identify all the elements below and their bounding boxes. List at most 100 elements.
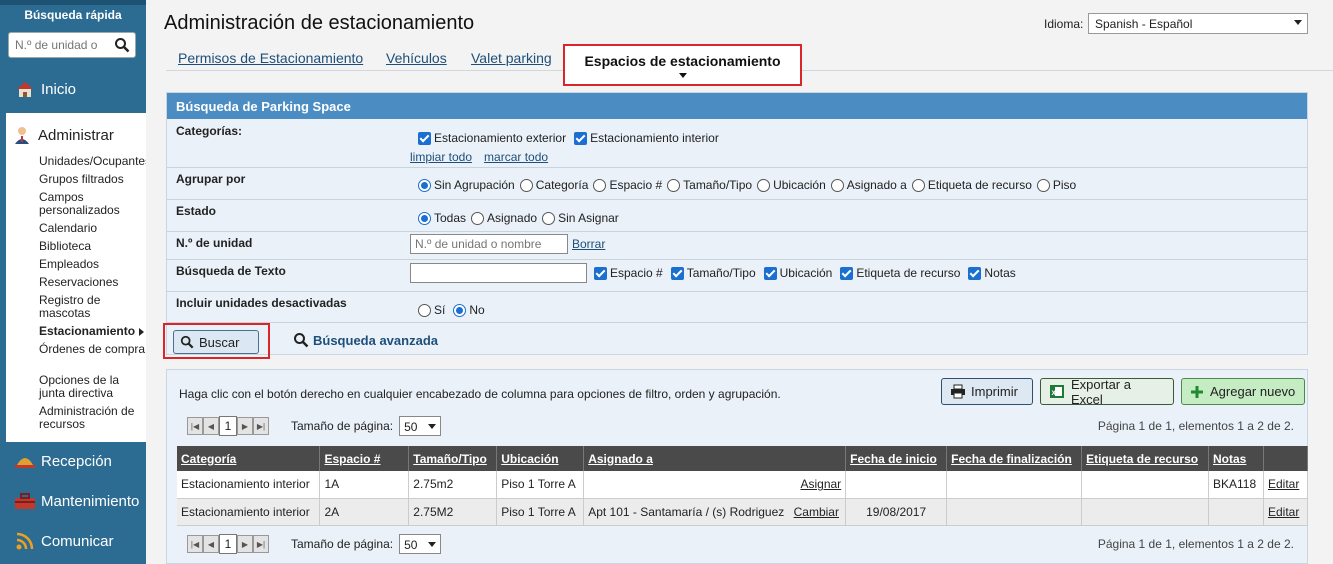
checkbox-espacio[interactable] bbox=[594, 266, 607, 280]
page-size-select[interactable]: 50 bbox=[399, 534, 442, 554]
categorias-label: Categorías: bbox=[176, 124, 243, 138]
search-icon[interactable] bbox=[114, 37, 130, 56]
radio-sin-asignar[interactable] bbox=[542, 211, 556, 225]
checkbox-etiqueta[interactable] bbox=[840, 266, 854, 280]
col-asignado[interactable]: Asignado a bbox=[583, 446, 847, 471]
export-excel-button[interactable]: x Exportar a Excel bbox=[1040, 377, 1174, 407]
first-page-icon[interactable]: |◀ bbox=[187, 535, 203, 553]
current-page[interactable]: 1 bbox=[219, 534, 237, 554]
checkbox-notas[interactable] bbox=[968, 266, 982, 280]
tf-etiqueta: Etiqueta de recurso bbox=[856, 266, 961, 280]
edit-link[interactable]: Editar bbox=[1268, 477, 1299, 491]
prev-page-icon[interactable]: ◀ bbox=[203, 535, 219, 553]
checkbox-ubicacion[interactable] bbox=[763, 266, 777, 280]
radio-todas[interactable] bbox=[418, 211, 431, 225]
mark-all-link[interactable]: marcar todo bbox=[484, 150, 548, 164]
row-unidad: N.º de unidad Borrar bbox=[167, 231, 1307, 259]
col-inicio[interactable]: Fecha de inicio bbox=[845, 446, 948, 471]
tab-espacios[interactable]: Espacios de estacionamiento bbox=[563, 44, 802, 86]
print-button[interactable]: Imprimir bbox=[941, 378, 1033, 405]
radio-ubicacion[interactable] bbox=[757, 178, 771, 192]
prev-page-icon[interactable]: ◀ bbox=[203, 417, 219, 435]
search-icon bbox=[180, 335, 194, 349]
radio-asignado-estado[interactable] bbox=[471, 211, 485, 225]
col-espacio[interactable]: Espacio # bbox=[319, 446, 410, 471]
admin-item-unidades[interactable]: Unidades/Ocupantes bbox=[39, 155, 151, 168]
admin-item-estacionamiento[interactable]: Estacionamiento bbox=[39, 325, 147, 338]
results-panel: Haga clic con el botón derecho en cualqu… bbox=[166, 369, 1309, 564]
quick-search-input[interactable] bbox=[15, 38, 111, 52]
row-categorias: Categorías: Estacionamiento exterior Est… bbox=[167, 119, 1307, 167]
col-categoria[interactable]: Categoría bbox=[177, 446, 321, 471]
row-desactivadas: Incluir unidades desactivadas Sí No bbox=[167, 291, 1307, 323]
page-size-select[interactable]: 50 bbox=[399, 416, 442, 436]
admin-item-campos[interactable]: Campos personalizados bbox=[39, 191, 147, 217]
radio-tamano[interactable] bbox=[667, 178, 681, 192]
opt-no: No bbox=[469, 303, 485, 317]
edit-link[interactable]: Editar bbox=[1268, 505, 1299, 519]
col-notas[interactable]: Notas bbox=[1208, 446, 1264, 471]
tab-valet[interactable]: Valet parking bbox=[471, 50, 552, 66]
language-select[interactable]: Spanish - Español bbox=[1088, 13, 1308, 34]
col-fin[interactable]: Fecha de finalización bbox=[946, 446, 1083, 471]
col-tamano[interactable]: Tamaño/Tipo bbox=[408, 446, 498, 471]
print-label: Imprimir bbox=[971, 384, 1018, 399]
first-page-icon[interactable]: |◀ bbox=[187, 417, 203, 435]
change-link[interactable]: Cambiar bbox=[794, 505, 839, 519]
admin-item-ordenes[interactable]: Órdenes de compra bbox=[39, 343, 147, 356]
admin-item-biblioteca[interactable]: Biblioteca bbox=[39, 240, 147, 253]
chevron-down-icon bbox=[428, 424, 437, 429]
checkbox-interior[interactable] bbox=[574, 131, 588, 145]
language-value: Spanish - Español bbox=[1095, 17, 1193, 31]
nav-comunicar[interactable]: Comunicar bbox=[0, 529, 146, 553]
clear-all-link[interactable]: limpiar todo bbox=[410, 150, 472, 164]
nav-administrar[interactable]: Administrar bbox=[13, 125, 114, 145]
next-page-icon[interactable]: ▶ bbox=[237, 417, 253, 435]
tab-permisos[interactable]: Permisos de Estacionamiento bbox=[178, 50, 363, 66]
admin-item-junta[interactable]: Opciones de la junta directiva bbox=[39, 374, 147, 400]
admin-item-reservaciones[interactable]: Reservaciones bbox=[39, 276, 147, 289]
tab-vehiculos[interactable]: Vehículos bbox=[386, 50, 447, 66]
checkbox-tamano[interactable] bbox=[670, 266, 684, 280]
radio-si[interactable] bbox=[418, 303, 431, 317]
unidad-label: N.º de unidad bbox=[176, 236, 253, 250]
admin-item-grupos[interactable]: Grupos filtrados bbox=[39, 173, 147, 186]
nav-mantenimiento-label: Mantenimiento bbox=[41, 492, 140, 510]
admin-item-recursos[interactable]: Administración de recursos bbox=[39, 405, 147, 431]
advanced-search-link[interactable]: Búsqueda avanzada bbox=[293, 332, 438, 348]
nav-recepcion[interactable]: Recepción bbox=[0, 449, 146, 473]
radio-sin-agrupacion[interactable] bbox=[418, 178, 431, 192]
checkbox-exterior[interactable] bbox=[418, 131, 431, 145]
cell-tamano: 2.75M2 bbox=[408, 498, 498, 526]
radio-etiqueta[interactable] bbox=[911, 178, 925, 192]
current-page[interactable]: 1 bbox=[219, 416, 237, 436]
search-button[interactable]: Buscar bbox=[173, 330, 259, 354]
admin-item-calendario[interactable]: Calendario bbox=[39, 222, 147, 235]
unit-input[interactable] bbox=[410, 234, 568, 254]
admin-item-empleados[interactable]: Empleados bbox=[39, 258, 147, 271]
unit-clear-link[interactable]: Borrar bbox=[572, 237, 605, 251]
col-etiqueta[interactable]: Etiqueta de recurso bbox=[1081, 446, 1210, 471]
advanced-search-label: Búsqueda avanzada bbox=[313, 332, 438, 348]
last-page-icon[interactable]: ▶| bbox=[253, 535, 269, 553]
col-ubicacion[interactable]: Ubicación bbox=[496, 446, 585, 471]
agrupar-options: Sin Agrupación Categoría Espacio # Tamañ… bbox=[410, 178, 1076, 192]
nav-mantenimiento[interactable]: Mantenimiento bbox=[0, 489, 146, 513]
tf-tamano: Tamaño/Tipo bbox=[686, 266, 756, 280]
radio-categoria[interactable] bbox=[519, 178, 533, 192]
add-new-button[interactable]: Agregar nuevo bbox=[1181, 378, 1305, 405]
radio-asignado[interactable] bbox=[830, 178, 844, 192]
concierge-bell-icon bbox=[13, 449, 37, 473]
text-search-input[interactable] bbox=[410, 263, 587, 283]
nav-administrar-label: Administrar bbox=[38, 126, 114, 144]
assign-link[interactable]: Asignar bbox=[800, 477, 841, 491]
next-page-icon[interactable]: ▶ bbox=[237, 535, 253, 553]
admin-item-mascotas[interactable]: Registro de mascotas bbox=[39, 294, 147, 320]
radio-no[interactable] bbox=[453, 303, 467, 317]
last-page-icon[interactable]: ▶| bbox=[253, 417, 269, 435]
cell-categoria: Estacionamiento interior bbox=[177, 471, 321, 499]
radio-piso[interactable] bbox=[1036, 178, 1050, 192]
nav-inicio[interactable]: Inicio bbox=[0, 77, 146, 101]
radio-espacio[interactable] bbox=[593, 178, 607, 192]
cell-ubicacion: Piso 1 Torre A bbox=[496, 471, 585, 499]
